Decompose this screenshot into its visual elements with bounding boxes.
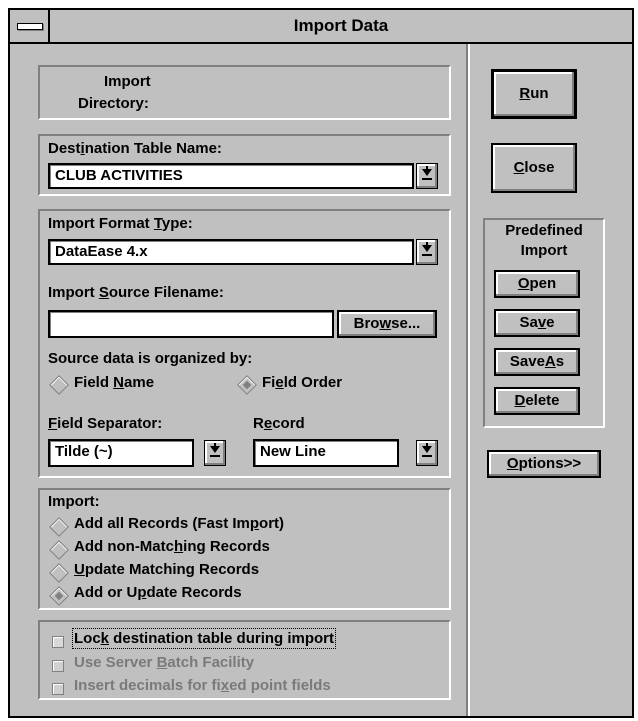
predefined-label-line1: Predefined — [505, 222, 583, 239]
field-order-radio[interactable] — [237, 375, 257, 395]
down-arrow-icon — [422, 446, 432, 453]
title-bar: Import Data — [10, 10, 632, 44]
field-separator-label: Field Separator: — [48, 415, 163, 432]
lock-table-checkbox[interactable] — [52, 636, 64, 648]
server-batch-label: Use Server Batch Facility — [74, 654, 255, 671]
field-name-label: Field Name — [74, 374, 155, 391]
field-separator-select[interactable]: Tilde (~) — [48, 439, 194, 467]
import-format-dropdown-button[interactable] — [416, 239, 438, 265]
import-directory-label-line1: Import — [104, 73, 151, 90]
import-option-label-0: Add all Records (Fast Import) — [74, 515, 285, 532]
record-separator-label: Record — [253, 415, 305, 432]
import-directory-label-line2: Directory: — [78, 95, 149, 112]
destination-table-group: Destination Table Name: CLUB ACTIVITIES — [38, 134, 451, 196]
import-format-label: Import Format Type: — [48, 215, 193, 232]
record-separator-select[interactable]: New Line — [253, 439, 399, 467]
destination-table-label: Destination Table Name: — [48, 140, 222, 157]
window-title: Import Data — [293, 16, 389, 35]
destination-table-select[interactable]: CLUB ACTIVITIES — [48, 163, 414, 189]
source-filename-input[interactable] — [48, 310, 334, 338]
options-button[interactable]: Options>> — [487, 450, 601, 478]
run-button[interactable]: Run — [491, 69, 577, 119]
down-arrow-icon — [210, 446, 220, 453]
import-format-select[interactable]: DataEase 4.x — [48, 239, 414, 265]
insert-decimals-label: Insert decimals for fixed point fields — [74, 677, 331, 694]
open-button[interactable]: Open — [494, 270, 580, 298]
options-checkbox-group: Lock destination table during import Use… — [38, 620, 451, 700]
import-option-radio-3[interactable] — [49, 586, 69, 606]
source-filename-label: Import Source Filename: — [48, 284, 224, 301]
insert-decimals-checkbox[interactable] — [52, 683, 64, 695]
import-directory-group: Import Directory: — [38, 65, 451, 120]
import-mode-label: Import: — [48, 493, 100, 510]
system-menu-icon — [17, 23, 43, 30]
record-separator-dropdown-button[interactable] — [416, 440, 438, 466]
import-option-radio-2[interactable] — [49, 563, 69, 583]
organized-by-label: Source data is organized by: — [48, 350, 253, 367]
import-option-radio-1[interactable] — [49, 540, 69, 560]
browse-button[interactable]: Browse... — [337, 310, 437, 338]
import-format-group: Import Format Type: DataEase 4.x Import … — [38, 209, 451, 478]
field-name-radio[interactable] — [49, 375, 69, 395]
delete-button[interactable]: Delete — [494, 387, 580, 415]
system-menu-button[interactable] — [10, 10, 50, 42]
close-button[interactable]: Close — [491, 143, 577, 193]
down-arrow-icon — [422, 169, 432, 176]
panel-divider — [468, 44, 470, 716]
import-mode-group: Import: Add all Records (Fast Import) Ad… — [38, 488, 451, 610]
import-option-label-3: Add or Update Records — [74, 584, 242, 601]
import-option-radio-0[interactable] — [49, 517, 69, 537]
field-order-label: Field Order — [262, 374, 343, 391]
save-button[interactable]: Save — [494, 309, 580, 337]
import-option-label-1: Add non-Matching Records — [74, 538, 270, 555]
field-separator-dropdown-button[interactable] — [204, 440, 226, 466]
import-data-window: Import Data Import Directory: Destinatio… — [8, 8, 634, 718]
destination-dropdown-button[interactable] — [416, 163, 438, 189]
save-as-button[interactable]: SaveAs — [494, 348, 580, 376]
predefined-label-line2: Import — [520, 242, 568, 259]
import-option-label-2: Update Matching Records — [74, 561, 260, 578]
server-batch-checkbox[interactable] — [52, 660, 64, 672]
down-arrow-icon — [422, 245, 432, 252]
lock-table-label: Lock destination table during import — [71, 628, 337, 649]
